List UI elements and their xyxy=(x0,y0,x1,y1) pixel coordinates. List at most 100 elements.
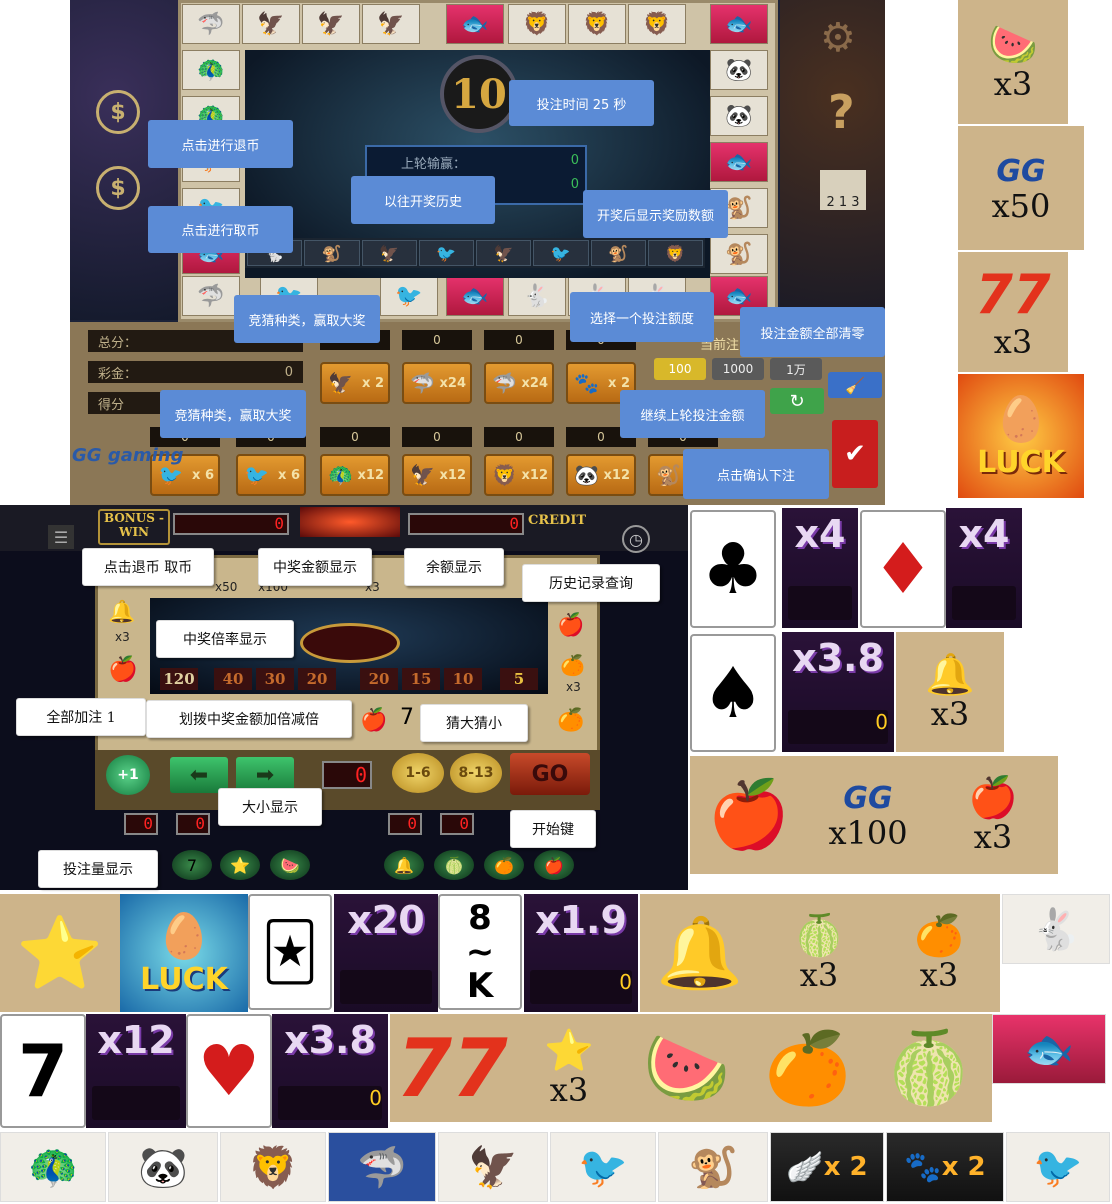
score-label: 得分 xyxy=(98,397,125,413)
tile-eagle-icon: 🦅 xyxy=(302,4,360,44)
tooltip-continue-last: 继续上轮投注金额 xyxy=(620,390,765,438)
rate-cell: 30 xyxy=(256,668,294,690)
tooltip-balance: 余额显示 xyxy=(404,548,504,586)
bet-orange-button[interactable]: 🍊 xyxy=(484,850,524,880)
orange-icon: 🍊 xyxy=(914,913,964,959)
star-icon: ⭐ xyxy=(544,1028,594,1074)
tile-shark-icon: 🦈 xyxy=(182,276,240,316)
history-swallow-icon: 🐦 xyxy=(533,240,589,266)
luck-text: LUCK xyxy=(977,444,1065,480)
sprite-mult: x3 xyxy=(930,695,970,733)
sprite-watermelon-large: 🍉 xyxy=(624,1014,750,1122)
pigeon-icon: 🐦 xyxy=(244,463,269,487)
jackpot-value: 0 xyxy=(284,364,293,380)
guess-small-button[interactable]: 1-6 xyxy=(392,753,444,793)
seven-card-mult-panel: x12 xyxy=(86,1014,186,1128)
cash-in-button[interactable]: $ xyxy=(96,166,140,210)
history-swallow-icon: 🐦 xyxy=(418,240,474,266)
bet-apple-button[interactable]: 🍎 xyxy=(534,850,574,880)
beasts-x2-mult: x 2 xyxy=(941,1152,986,1182)
sprite-mult: x100 xyxy=(828,813,908,852)
bet-lime-button[interactable]: 🍈 xyxy=(434,850,474,880)
peacock-tile-icon: 🦚 xyxy=(0,1132,106,1202)
bet-silver-shark-button[interactable]: 🦈 x24 xyxy=(484,362,554,404)
orange-icon: 🍊 xyxy=(764,1026,852,1109)
tooltip-win-rate: 中奖倍率显示 xyxy=(156,620,294,658)
bet-lion-button[interactable]: 🦁 x12 xyxy=(484,454,554,496)
clock-icon[interactable]: ◷ xyxy=(622,525,650,553)
sprite-orange: 🍊 x3 xyxy=(878,894,1000,1012)
bet-panda-button[interactable]: 🐼 x12 xyxy=(566,454,636,496)
result-value: 0 xyxy=(570,153,579,168)
club-mult: x4 xyxy=(794,512,846,556)
eight-k-mult: x1.9 xyxy=(535,898,627,942)
joker-card-icon: 🃏 xyxy=(248,894,332,1010)
bet-bell-button[interactable]: 🔔 xyxy=(384,850,424,880)
repeat-bet-button[interactable]: ↻ xyxy=(770,388,824,414)
sprite-lime-large: 🍈 xyxy=(866,1014,992,1122)
bet-star-button[interactable]: ⭐ xyxy=(220,850,260,880)
add-all-button[interactable]: +1 xyxy=(106,755,150,795)
tile-eagle-icon: 🦅 xyxy=(242,4,300,44)
tile-eagle-icon: 🦅 xyxy=(362,4,420,44)
tile-gold-shark-icon: 🐟 xyxy=(446,276,504,316)
apple-icon: 🍎 xyxy=(108,655,138,683)
amount-1000-button[interactable]: 1000 xyxy=(712,358,764,380)
seven-card-mult: x12 xyxy=(97,1018,175,1062)
spade-mult: x3.8 xyxy=(792,636,884,680)
cash-out-button[interactable]: $ xyxy=(96,90,140,134)
lime-icon: 🍈 xyxy=(885,1026,973,1109)
ranking-icon[interactable]: 2 1 3 xyxy=(820,170,866,210)
lamp-decor xyxy=(300,507,400,537)
clear-bets-button[interactable]: 🧹 xyxy=(828,372,882,398)
tooltip-double-half: 划拨中奖金额加倍减倍 xyxy=(146,700,352,738)
bet-gold-shark-button[interactable]: 🦈 x24 xyxy=(402,362,472,404)
confirm-bet-button[interactable]: ✔ xyxy=(832,420,878,488)
egg-icon: 🥚 xyxy=(993,393,1049,445)
menu-icon[interactable]: ☰ xyxy=(48,525,74,549)
rate-cell: 10 xyxy=(444,668,482,690)
monkey-icon: 🐒 xyxy=(656,463,681,487)
sprite-star-large: ⭐ xyxy=(0,894,120,1012)
spade-zero: 0 xyxy=(875,710,888,734)
joker-mult: x20 xyxy=(347,898,425,942)
birds-x2-mult: x 2 xyxy=(823,1152,868,1182)
bet-watermelon-button[interactable]: 🍉 xyxy=(270,850,310,880)
bet-mult: x 2 xyxy=(362,375,384,391)
seven-icon: 7 xyxy=(186,855,198,875)
sprite-orange-large: 🍊 xyxy=(750,1014,866,1122)
tooltip-guess-type-2: 竞猜种类，赢取大奖 xyxy=(160,390,306,438)
history-lion-icon: 🦁 xyxy=(647,240,703,266)
seven-icon: 7 xyxy=(400,705,414,730)
sprite-mult: x3 xyxy=(993,65,1033,103)
go-button[interactable]: GO xyxy=(510,753,590,795)
tile-panda-icon: 🐼 xyxy=(710,96,768,136)
apple-icon: 🍎 xyxy=(968,775,1018,821)
bet-amount-display: 0 xyxy=(124,813,158,835)
beasts-x2-tile: 🐾 x 2 xyxy=(886,1132,1004,1202)
bet-count: 0 xyxy=(402,427,472,447)
tooltip-guess-type: 竞猜种类，赢取大奖 xyxy=(234,295,380,343)
egg-icon: 🥚 xyxy=(156,910,212,962)
amount-10000-button[interactable]: 1万 xyxy=(770,358,822,380)
eagle-icon: 🦅 xyxy=(410,463,435,487)
bet-count: 0 xyxy=(484,330,554,350)
bet-pigeon-button[interactable]: 🐦 x 6 xyxy=(236,454,306,496)
bet-eagle-button[interactable]: 🦅 x12 xyxy=(402,454,472,496)
sprite-gg-logo-2: GG x100 xyxy=(808,756,928,874)
star-icon: ⭐ xyxy=(230,855,250,875)
orange-icon: 🍊 xyxy=(494,855,514,875)
refresh-icon: ↻ xyxy=(789,390,805,412)
bet-birds-button[interactable]: 🦅 x 2 xyxy=(320,362,390,404)
guess-big-button[interactable]: 8-13 xyxy=(450,753,502,793)
help-icon[interactable]: ? xyxy=(828,85,855,139)
amount-100-button[interactable]: 100 xyxy=(654,358,706,380)
swallow-icon: 🐦 xyxy=(158,463,183,487)
bet-count: 0 xyxy=(402,330,472,350)
bet-mult: x 6 xyxy=(192,467,214,483)
bet-peacock-button[interactable]: 🦚 x12 xyxy=(320,454,390,496)
bet-seven-button[interactable]: 7 xyxy=(172,850,212,880)
peacock-icon: 🦚 xyxy=(328,463,353,487)
gear-icon[interactable]: ⚙ xyxy=(820,15,856,61)
rate-cell: 20 xyxy=(298,668,336,690)
